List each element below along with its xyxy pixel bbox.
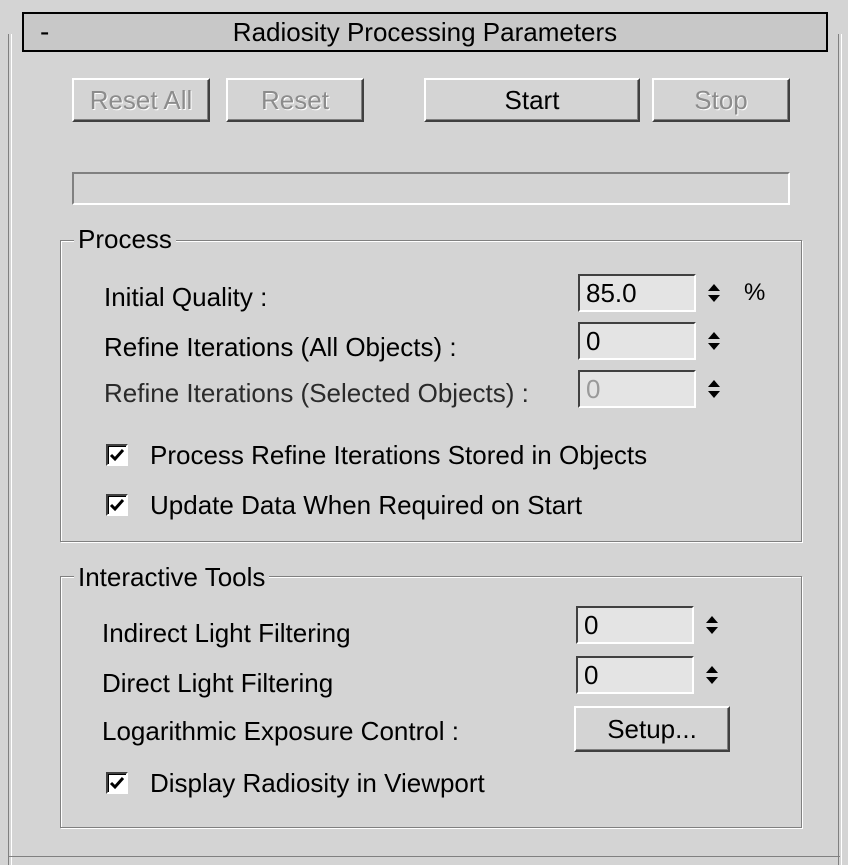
initial-quality-spinner[interactable] <box>704 274 724 312</box>
checkmark-icon <box>109 449 125 462</box>
reset-all-button[interactable]: Reset All <box>72 78 210 122</box>
indirect-filtering-label: Indirect Light Filtering <box>102 618 351 648</box>
spinner-down-icon[interactable] <box>706 627 718 634</box>
display-radiosity-label[interactable]: Display Radiosity in Viewport <box>150 768 485 798</box>
rollout-title-bar[interactable]: - Radiosity Processing Parameters <box>22 12 828 52</box>
spinner-up-icon[interactable] <box>706 616 718 623</box>
process-group-title: Process <box>74 224 176 254</box>
start-button[interactable]: Start <box>424 78 640 122</box>
progress-bar <box>72 172 790 205</box>
indirect-filtering-spinner[interactable] <box>702 606 722 644</box>
rollout-frame-right <box>838 34 842 865</box>
spinner-up-icon[interactable] <box>708 380 720 387</box>
initial-quality-input[interactable]: 85.0 <box>578 274 696 312</box>
display-radiosity-checkbox[interactable] <box>106 772 128 794</box>
spinner-up-icon[interactable] <box>708 284 720 291</box>
radiosity-rollout: - Radiosity Processing Parameters Reset … <box>0 0 848 865</box>
checkmark-icon <box>109 777 125 790</box>
exposure-control-label: Logarithmic Exposure Control : <box>102 716 459 746</box>
direct-filtering-input[interactable]: 0 <box>576 656 694 694</box>
indirect-filtering-input[interactable]: 0 <box>576 606 694 644</box>
interactive-tools-title: Interactive Tools <box>74 562 270 592</box>
update-data-checkbox[interactable] <box>106 494 128 516</box>
collapse-icon[interactable]: - <box>40 16 49 48</box>
direct-filtering-spinner[interactable] <box>702 656 722 694</box>
rollout-frame-left <box>8 34 12 865</box>
spinner-up-icon[interactable] <box>706 666 718 673</box>
refine-selected-label: Refine Iterations (Selected Objects) : <box>104 378 529 408</box>
initial-quality-label: Initial Quality : <box>104 282 268 312</box>
spinner-down-icon[interactable] <box>708 391 720 398</box>
refine-all-input[interactable]: 0 <box>578 322 696 360</box>
rollout-frame-bottom <box>8 856 840 857</box>
spinner-down-icon[interactable] <box>706 677 718 684</box>
refine-selected-input[interactable]: 0 <box>578 370 696 408</box>
spinner-up-icon[interactable] <box>708 332 720 339</box>
reset-button[interactable]: Reset <box>226 78 364 122</box>
spinner-down-icon[interactable] <box>708 295 720 302</box>
refine-selected-spinner[interactable] <box>704 370 724 408</box>
percent-unit: % <box>744 279 766 306</box>
refine-all-spinner[interactable] <box>704 322 724 360</box>
refine-all-label: Refine Iterations (All Objects) : <box>104 332 457 362</box>
spinner-down-icon[interactable] <box>708 343 720 350</box>
process-refine-checkbox[interactable] <box>106 444 128 466</box>
process-refine-label[interactable]: Process Refine Iterations Stored in Obje… <box>150 440 647 470</box>
rollout-title: Radiosity Processing Parameters <box>232 16 618 47</box>
setup-button[interactable]: Setup... <box>574 706 730 752</box>
checkmark-icon <box>109 499 125 512</box>
direct-filtering-label: Direct Light Filtering <box>102 668 334 698</box>
update-data-label[interactable]: Update Data When Required on Start <box>150 490 582 520</box>
stop-button[interactable]: Stop <box>652 78 790 122</box>
